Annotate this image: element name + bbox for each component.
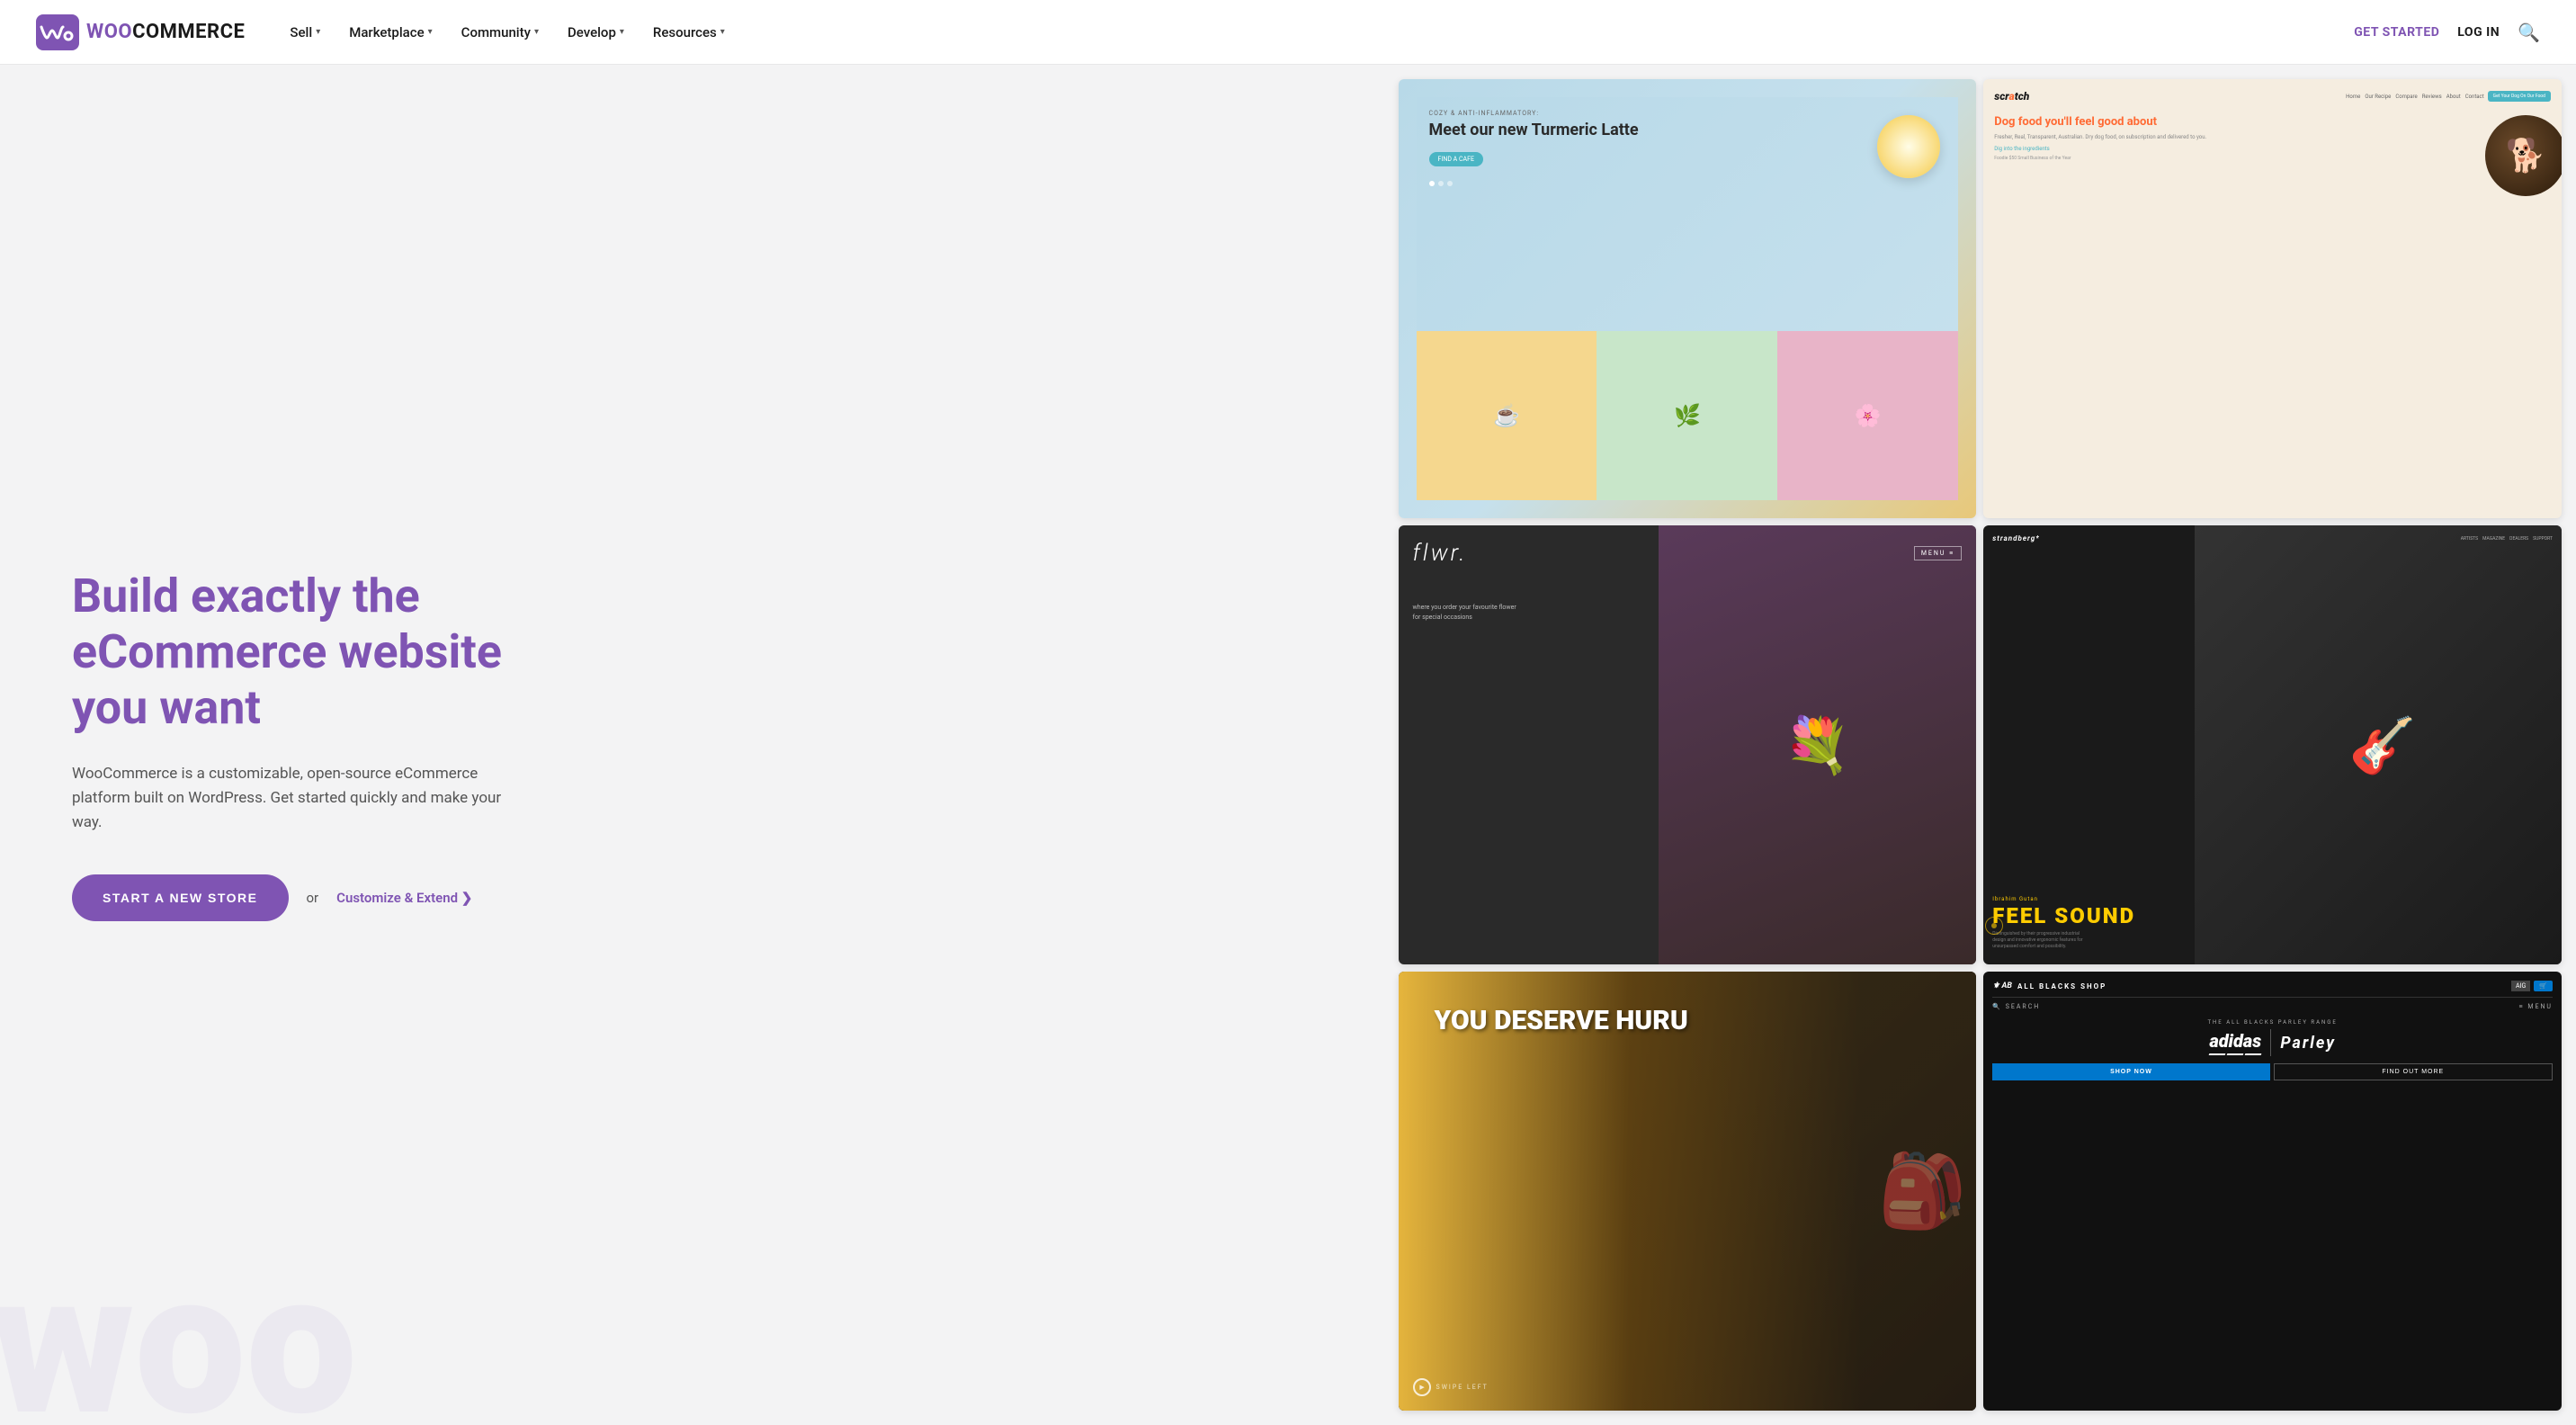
nav-item-marketplace[interactable]: Marketplace ▾ — [336, 17, 444, 48]
nav-right: GET STARTED LOG IN 🔍 — [2354, 22, 2540, 43]
sc1-product-2: 🌿 — [1597, 331, 1777, 500]
sc4-desc: Distinguished by their progressive indus… — [1992, 931, 2091, 950]
screenshot-turmeric: COZY & ANTI-INFLAMMATORY: Meet our new T… — [1399, 79, 1977, 518]
screenshot-strandberg: strandberg* ARTISTS MAGAZINE DEALERS SUP… — [1983, 525, 2562, 964]
hero-screenshots: COZY & ANTI-INFLAMMATORY: Meet our new T… — [1391, 65, 2576, 1425]
nav-links: Sell ▾ Marketplace ▾ Community ▾ Develop… — [277, 17, 2354, 48]
hero-actions: START A NEW STORE or Customize & Extend … — [72, 874, 1319, 921]
sc2-link[interactable]: Dig into the ingredients — [1994, 146, 2300, 152]
sc1-btn: FIND A CAFE — [1429, 152, 1483, 166]
sc1-title: Meet our new Turmeric Latte — [1429, 121, 1946, 140]
sc6-bag-icon: 🛒 — [2534, 981, 2553, 991]
sc4-sub: Ibrahim Gutan — [1992, 896, 2553, 902]
customize-extend-link[interactable]: Customize & Extend ❯ — [336, 890, 472, 906]
sc6-adidas: adidas — [2209, 1030, 2261, 1052]
hero-title: Build exactly the eCommerce website you … — [72, 569, 540, 737]
nav-item-sell[interactable]: Sell ▾ — [277, 17, 333, 48]
screenshot-scratch: scratch Home Our Recipe Compare Reviews … — [1983, 79, 2562, 518]
navbar: WOOCOMMERCE Sell ▾ Marketplace ▾ Communi… — [0, 0, 2576, 65]
login-button[interactable]: LOG IN — [2457, 25, 2500, 40]
chevron-down-icon: ▾ — [428, 27, 433, 37]
get-started-button[interactable]: GET STARTED — [2354, 25, 2439, 40]
sc6-find-out-button[interactable]: FIND OUT MORE — [2274, 1063, 2553, 1080]
start-store-button[interactable]: START A NEW STORE — [72, 874, 289, 921]
chevron-down-icon: ▾ — [316, 27, 320, 37]
screenshot-all-blacks: ⚜ AB ALL BLACKS SHOP AIG 🛒 🔍 SEARCH ≡ ME… — [1983, 972, 2562, 1411]
sc1-product-1: ☕ — [1417, 331, 1597, 500]
sc1-product-3: 🌸 — [1777, 331, 1958, 500]
nav-item-community[interactable]: Community ▾ — [449, 17, 551, 48]
screenshot-flwr: flwr. MENU ≡ 💐 where you order your favo… — [1399, 525, 1977, 964]
nav-item-resources[interactable]: Resources ▾ — [640, 17, 738, 48]
hero-or-text: or — [307, 890, 319, 906]
search-icon[interactable]: 🔍 — [2518, 22, 2540, 43]
sc6-aig: AIG — [2511, 981, 2530, 991]
screenshot-huru: 🎒 YOU DESERVE HURU ▶ SWIPE LEFT — [1399, 972, 1977, 1411]
chevron-down-icon: ▾ — [534, 27, 539, 37]
sc6-ab-logo: ⚜ AB — [1992, 981, 2012, 990]
sc5-play-button[interactable]: ▶ — [1413, 1378, 1431, 1396]
sc2-logo: scratch — [1994, 90, 2029, 103]
sc5-swipe-text: SWIPE LEFT — [1436, 1384, 1489, 1391]
sc2-badge: Foodie $50 Small Business of the Year — [1994, 156, 2300, 161]
hero-description: WooCommerce is a customizable, open-sour… — [72, 762, 504, 836]
hero-bg-text: woo — [0, 1245, 357, 1425]
logo-text: WOOCOMMERCE — [86, 21, 245, 43]
hero-section: woo Build exactly the eCommerce website … — [0, 65, 2576, 1425]
sc2-desc: Fresher, Real, Transparent, Australian. … — [1994, 133, 2300, 141]
sc6-subtitle-label: THE ALL BLACKS PARLEY RANGE — [2207, 1019, 2337, 1026]
sc2-title: Dog food you'll feel good about — [1994, 115, 2300, 130]
sc6-shop-now-button[interactable]: SHOP NOW — [1992, 1063, 2269, 1080]
sc3-tagline: where you order your favourite flower fo… — [1413, 603, 1521, 623]
sc3-logo: flwr. — [1413, 540, 1468, 567]
sc4-title: FEEL SOUND — [1992, 905, 2553, 927]
chevron-down-icon: ▾ — [720, 27, 725, 37]
sc4-logo: strandberg* — [1992, 534, 2039, 542]
sc5-title: YOU DESERVE HURU — [1435, 1008, 1941, 1035]
logo[interactable]: WOOCOMMERCE — [36, 14, 245, 50]
sc1-bowl-image — [1877, 115, 1940, 178]
nav-item-develop[interactable]: Develop ▾ — [555, 17, 637, 48]
sc1-tag: COZY & ANTI-INFLAMMATORY: — [1429, 110, 1946, 117]
sc3-menu: MENU ≡ — [1914, 546, 1962, 560]
sc6-menu-btn: ≡ MENU — [2519, 1003, 2553, 1010]
sc6-shop-title: ALL BLACKS SHOP — [2017, 982, 2106, 990]
sc6-parley: Parley — [2280, 1034, 2336, 1053]
hero-left: woo Build exactly the eCommerce website … — [0, 65, 1391, 1425]
chevron-down-icon: ▾ — [620, 27, 624, 37]
